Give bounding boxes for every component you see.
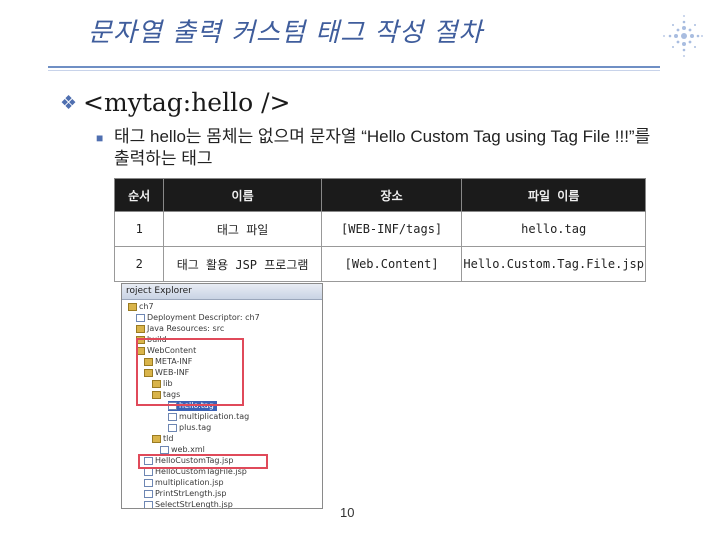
cell-filename: hello.tag [461,211,646,247]
file-icon [160,445,169,454]
jsp-file-highlight-box [138,454,268,469]
sub-bullet-text: 태그 hello는 몸체는 없으며 문자열 “Hello Custom Tag … [114,127,651,168]
table-row: 1 태그 파일 [WEB-INF/tags] hello.tag [113,211,646,247]
folder-icon [152,434,161,443]
folder-icon [136,324,145,333]
project-icon [128,302,137,311]
main-bullet: ❖ <mytag:hello /> [60,88,290,117]
tree-item: plus.tag [168,423,211,433]
descriptor-icon [136,313,145,322]
col-header-order: 순서 [113,178,165,212]
col-header-location: 장소 [320,178,463,212]
steps-table: 순서 이름 장소 파일 이름 1 태그 파일 [WEB-INF/tags] he… [113,178,646,282]
main-bullet-text: <mytag:hello /> [83,88,291,117]
project-explorer-screenshot: roject Explorer ch7 Deployment Descripto… [121,283,323,509]
cell-name: 태그 활용 JSP 프로그램 [163,246,322,282]
page-number: 10 [340,505,355,520]
title-divider-thin [48,70,660,71]
tree-item: tld [152,434,173,444]
webcontent-highlight-box [136,338,244,406]
col-header-filename: 파일 이름 [461,178,646,212]
file-icon [168,412,177,421]
cell-location: [WEB-INF/tags] [320,211,463,247]
table-row: 2 태그 활용 JSP 프로그램 [Web.Content] Hello.Cus… [113,246,646,282]
project-explorer-header: roject Explorer [122,284,322,300]
slide-title: 문자열 출력 커스텀 태그 작성 절차 [88,18,484,48]
tree-item: multiplication.jsp [144,478,224,488]
sparkle-decoration-icon [663,15,703,57]
table-header-row: 순서 이름 장소 파일 이름 [113,178,646,212]
tree-item: multiplication.tag [168,412,249,422]
cell-name: 태그 파일 [163,211,322,247]
diamond-bullet-icon: ❖ [60,92,78,114]
col-header-name: 이름 [163,178,322,212]
file-icon [144,500,153,508]
cell-order: 2 [113,246,165,282]
tree-item: PrintStrLength.jsp [144,489,227,499]
cell-filename: Hello.Custom.Tag.File.jsp [461,246,646,282]
tree-item: ch7 [128,302,154,312]
square-bullet-icon: ■ [96,131,104,145]
cell-order: 1 [113,211,165,247]
tree-item: Java Resources: src [136,324,224,334]
file-icon [144,478,153,487]
title-divider [48,66,660,68]
file-icon [168,423,177,432]
sub-bullet: ■ 태그 hello는 몸체는 없으며 문자열 “Hello Custom Ta… [96,126,666,170]
file-icon [144,489,153,498]
cell-location: [Web.Content] [320,246,463,282]
tree-item: SelectStrLength.jsp [144,500,233,508]
tree-item: Deployment Descriptor: ch7 [136,313,260,323]
